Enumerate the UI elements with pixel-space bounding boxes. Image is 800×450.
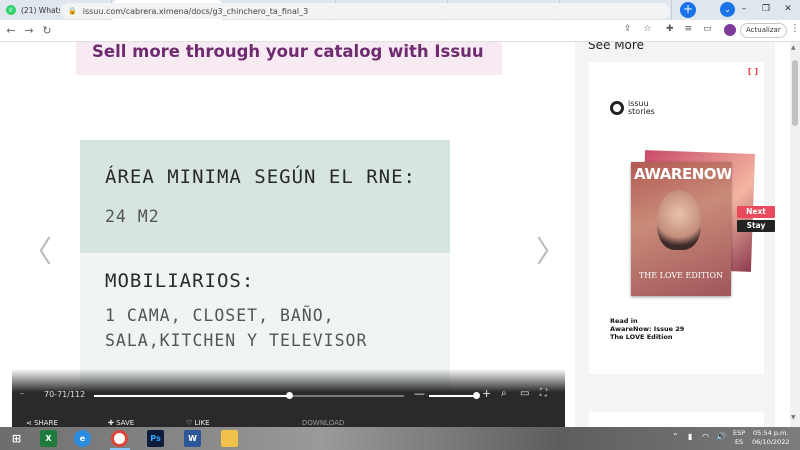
zoom-track[interactable] — [429, 395, 479, 397]
search-icon[interactable]: ⌕ — [501, 388, 507, 399]
furniture-line-1: 1 CAMA, CLOSET, BAÑO, — [105, 306, 335, 325]
chrome-app-icon[interactable] — [111, 430, 128, 447]
next-button[interactable]: Next — [737, 206, 775, 218]
document-top-block: ÁREA MINIMA SEGÚN EL RNE: 24 M2 — [80, 140, 450, 253]
address-bar[interactable]: 🔒 issuu.com/cabrera.ximena/docs/g3_chinc… — [60, 3, 670, 19]
download-button[interactable]: DOWNLOAD — [302, 419, 344, 427]
wifi-icon[interactable]: ◠ — [702, 432, 709, 441]
area-value: 24 M2 — [105, 207, 160, 226]
clock-time: 05:54 p.m. — [753, 429, 789, 437]
magazine-subtitle: THE LOVE EDITION — [638, 271, 724, 280]
windows-taskbar: ⊞ X e Ps W ⌃ ▮ ◠ 🔊 ESP ES 05:54 p.m. 06/… — [0, 427, 800, 450]
scroll-up-icon[interactable]: ▲ — [791, 44, 796, 51]
zoom-out-icon[interactable]: — — [414, 387, 425, 400]
logo-line-2: stories — [628, 107, 655, 116]
share-button[interactable]: ⋖ SHARE — [26, 419, 58, 427]
ad-caption-line-1: Read in — [610, 317, 638, 325]
zoom-in-icon[interactable]: + — [482, 387, 491, 400]
next-page-arrow[interactable]: 〉 — [536, 227, 566, 271]
ad-caption: Read in AwareNow: Issue 29 The LOVE Edit… — [610, 317, 684, 341]
file-explorer-icon[interactable] — [221, 430, 238, 447]
language-line-1: ESP — [733, 429, 746, 437]
page-counter: 70-71/112 — [44, 390, 86, 399]
tray-chevron-icon[interactable]: ⌃ — [672, 432, 679, 441]
right-sidebar: See More [ ] issuu stories AWARENOW THE … — [575, 42, 775, 427]
extensions-icon[interactable]: ✚ — [666, 24, 674, 34]
save-label: SAVE — [116, 419, 135, 427]
see-more-heading: See More — [588, 42, 644, 52]
edge-app-icon[interactable]: e — [74, 430, 91, 447]
cover-portrait — [657, 190, 701, 250]
start-button[interactable]: ⊞ — [8, 430, 25, 447]
save-button[interactable]: ✚ SAVE — [108, 419, 134, 427]
update-button[interactable]: Actualizar — [740, 23, 787, 38]
reload-icon[interactable]: ↻ — [40, 24, 54, 37]
volume-icon[interactable]: 🔊 — [716, 432, 726, 441]
issuu-stories-ad[interactable]: [ ] issuu stories AWARENOW THE LOVE EDIT… — [589, 62, 775, 374]
share-page-icon[interactable]: ⇪ — [624, 24, 632, 34]
furniture-line-2: SALA,KITCHEN Y TELEVISOR — [105, 331, 368, 350]
url-text: issuu.com/cabrera.ximena/docs/g3_chinche… — [82, 6, 309, 16]
back-icon[interactable]: ← — [4, 24, 18, 37]
page-list-icon[interactable]: – — [20, 389, 24, 398]
page-scrollbar[interactable]: ▲ ▼ — [790, 42, 800, 427]
language-indicator[interactable]: ESP ES — [733, 429, 745, 447]
page-progress-track[interactable] — [94, 392, 404, 399]
system-clock[interactable]: 05:54 p.m. 06/10/2022 — [752, 429, 789, 447]
download-label: DOWNLOAD — [302, 419, 345, 427]
fullscreen-icon[interactable]: ⛶ — [540, 388, 547, 399]
previous-page-arrow[interactable]: 〈 — [22, 227, 52, 271]
bookmark-star-icon[interactable]: ☆ — [644, 24, 652, 34]
minimize-button[interactable]: – — [733, 0, 755, 20]
forward-icon[interactable]: → — [22, 24, 36, 37]
share-label: SHARE — [34, 419, 58, 427]
network-icon[interactable]: ▮ — [688, 432, 692, 441]
document-page: ÁREA MINIMA SEGÚN EL RNE: 24 M2 MOBILIAR… — [80, 140, 450, 393]
scroll-thumb[interactable] — [792, 60, 798, 126]
furniture-heading: MOBILIARIOS: — [105, 270, 255, 292]
ad-caption-line-3: The LOVE Edition — [610, 333, 673, 341]
scroll-down-icon[interactable]: ▼ — [791, 414, 796, 421]
reading-list-icon[interactable]: ≡ — [685, 24, 693, 34]
magazine-title: AWARENOW — [634, 165, 731, 183]
stay-button[interactable]: Stay — [737, 220, 775, 232]
single-page-icon[interactable]: ▭ — [520, 388, 529, 399]
magazine-front-cover: AWARENOW THE LOVE EDITION — [631, 162, 731, 296]
language-line-2: ES — [734, 438, 744, 446]
page-progress-fill — [94, 395, 290, 397]
clock-date: 06/10/2022 — [752, 438, 790, 446]
page-progress-handle[interactable] — [286, 392, 294, 399]
area-heading: ÁREA MINIMA SEGÚN EL RNE: — [105, 166, 416, 188]
promo-banner-text: Sell more through your catalog with Issu… — [92, 42, 484, 61]
excel-app-icon[interactable]: X — [40, 430, 57, 447]
reader-controls: – 70-71/112 — + ⌕ ▭ ⛶ ⋖ SHARE ✚ SAVE ♡ L… — [12, 369, 565, 427]
ad-choices-icon[interactable]: [ ] — [748, 67, 758, 76]
issuu-logo-icon — [610, 101, 624, 115]
magazine-cover[interactable]: AWARENOW THE LOVE EDITION — [631, 150, 756, 296]
side-panel-icon[interactable]: ▭ — [703, 24, 712, 34]
issuu-stories-logo: issuu stories — [610, 100, 655, 116]
profile-avatar[interactable] — [724, 24, 736, 36]
lock-icon: 🔒 — [68, 7, 77, 15]
whatsapp-icon: ✆ — [6, 5, 16, 15]
word-app-icon[interactable]: W — [184, 430, 201, 447]
like-button[interactable]: ♡ LIKE — [186, 419, 210, 427]
issuu-page: Sell more through your catalog with Issu… — [0, 42, 800, 427]
ad-caption-line-2: AwareNow: Issue 29 — [610, 325, 685, 333]
second-ad-card[interactable] — [589, 412, 764, 427]
photoshop-app-icon[interactable]: Ps — [147, 430, 164, 447]
new-tab-button[interactable]: + — [680, 2, 696, 18]
zoom-handle[interactable] — [473, 392, 480, 399]
like-label: LIKE — [194, 419, 210, 427]
restore-button[interactable]: ❐ — [755, 0, 777, 20]
browser-menu-icon[interactable]: ⋮ — [790, 23, 800, 34]
close-window-button[interactable]: ✕ — [777, 0, 799, 20]
promo-banner[interactable]: Sell more through your catalog with Issu… — [76, 42, 502, 75]
